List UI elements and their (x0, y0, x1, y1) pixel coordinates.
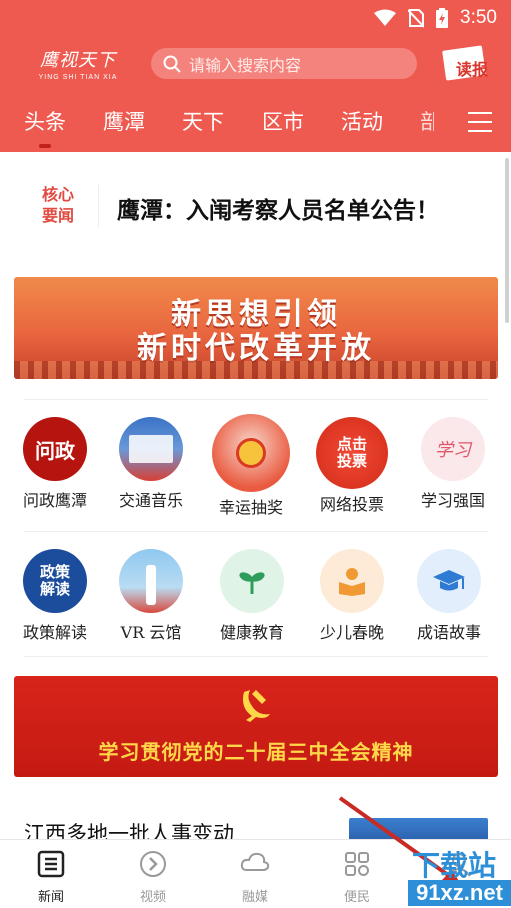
grid-label: 问政鹰潭 (22, 491, 87, 510)
grid-item-idiom[interactable]: 成语故事 (404, 549, 494, 643)
vr-icon (119, 549, 183, 613)
skyline-decoration (14, 361, 498, 379)
nav-video-label: 视频 (139, 890, 166, 905)
core-news-badge: 核心 要闻 (38, 184, 78, 226)
sprout-icon (220, 549, 284, 613)
battery-icon (436, 8, 449, 28)
grid-item-wenzheng[interactable]: 问政 问政鹰潭 (10, 417, 100, 511)
logo-main-text: 鹰视天下 (40, 50, 116, 71)
nav-service-label: 便民 (343, 890, 370, 905)
tab-yingtan[interactable]: 鹰潭 (103, 106, 145, 136)
app-logo: 鹰视天下 YING SHI TIAN XIA (36, 46, 120, 86)
xuexi-icon-text: 学习 (435, 440, 471, 461)
grid-item-vr[interactable]: VR 云馆 (106, 549, 196, 643)
nav-media[interactable]: 融媒 (225, 850, 285, 905)
wifi-icon (374, 9, 397, 26)
xuexi-icon: 学习 (421, 417, 485, 481)
party-slogan: 学习贯彻党的二十届三中全会精神 (98, 740, 414, 764)
nav-news[interactable]: 新闻 (21, 850, 81, 905)
nav-news-label: 新闻 (37, 890, 64, 905)
search-input[interactable]: 请输入搜索内容 (189, 52, 301, 76)
lucky-draw-icon (212, 414, 290, 492)
divider (24, 399, 488, 400)
tab-toutiao[interactable]: 头条 (24, 106, 66, 136)
video-icon (140, 851, 166, 877)
grid-item-xuexi[interactable]: 学习 学习强国 (408, 417, 498, 511)
graduation-cap-icon (417, 549, 481, 613)
read-newspaper-label: 读报 (456, 60, 489, 79)
nav-service[interactable]: 便民 (327, 850, 387, 905)
grid-label: 学习强国 (420, 491, 485, 510)
logo-sub-text: YING SHI TIAN XIA (38, 74, 118, 81)
category-tabs: 头条 鹰潭 天下 区市 活动 部 (0, 106, 511, 146)
tab-huodong[interactable]: 活动 (341, 106, 383, 136)
book-reader-icon (320, 549, 384, 613)
watermark-top: 下载站 (412, 849, 497, 882)
headline-title[interactable]: 鹰潭：入闱考察人员名单公告！ (117, 191, 439, 225)
grid-label: 网络投票 (319, 495, 384, 514)
vote-icon-text: 点击投票 (336, 435, 367, 470)
grid-label: VR 云馆 (120, 623, 182, 642)
party-emblem-icon (243, 690, 270, 722)
grid-label: 健康教育 (219, 623, 284, 642)
nav-media-label: 融媒 (241, 890, 268, 905)
tab-qushi[interactable]: 区市 (262, 106, 304, 136)
menu-icon[interactable] (468, 112, 492, 134)
search-bar[interactable]: 请输入搜索内容 (151, 48, 417, 79)
status-bar: 3:50 (0, 0, 511, 36)
grid-item-kids-gala[interactable]: 少儿春晚 (307, 549, 397, 643)
grid-label: 成语故事 (416, 623, 481, 642)
traffic-music-icon (119, 417, 183, 481)
grid-label: 政策解读 (22, 623, 87, 642)
grid-item-lucky-draw[interactable]: 幸运抽奖 (206, 414, 296, 518)
app-header: 3:50 鹰视天下 YING SHI TIAN XIA 请输入搜索内容 读报 头… (0, 0, 511, 152)
tab-tianxia[interactable]: 天下 (182, 106, 224, 136)
grid-item-vote[interactable]: 点击投票 网络投票 (307, 417, 397, 515)
party-spirit-banner[interactable]: 学习贯彻党的二十届三中全会精神 (14, 676, 498, 777)
core-news-badge-line1: 核心 (41, 185, 74, 204)
search-icon (163, 55, 181, 73)
active-tab-indicator (39, 144, 51, 148)
nav-video[interactable]: 视频 (123, 850, 183, 905)
divider (24, 656, 488, 657)
status-time: 3:50 (460, 7, 497, 28)
read-newspaper-button[interactable]: 读报 (442, 45, 492, 82)
wenzheng-icon: 问政 (23, 417, 87, 481)
grid-item-health[interactable]: 健康教育 (207, 549, 297, 643)
service-icon (345, 852, 369, 876)
grid-label: 少儿春晚 (319, 623, 384, 642)
scrollbar[interactable] (505, 158, 509, 323)
watermark-logo: 下载站 91xz.net (408, 844, 511, 908)
vote-icon: 点击投票 (316, 417, 388, 489)
divider (24, 531, 488, 532)
policy-icon: 政策解读 (23, 549, 87, 613)
headline-card[interactable]: 核心 要闻 鹰潭：入闱考察人员名单公告！ (0, 153, 511, 261)
no-sim-icon (408, 9, 425, 28)
policy-icon-text: 政策解读 (39, 563, 70, 598)
core-news-badge-line2: 要闻 (41, 206, 74, 225)
watermark-bottom: 91xz.net (408, 880, 511, 906)
grid-item-traffic-music[interactable]: 交通音乐 (106, 417, 196, 511)
app-screen: 3:50 鹰视天下 YING SHI TIAN XIA 请输入搜索内容 读报 头… (0, 0, 511, 908)
tab-bu[interactable]: 部 (420, 106, 434, 136)
grid-label: 幸运抽奖 (218, 498, 283, 517)
grid-label: 交通音乐 (118, 491, 183, 510)
news-icon (37, 850, 65, 878)
wenzheng-icon-text: 问政 (35, 438, 75, 463)
grid-item-policy[interactable]: 政策解读 政策解读 (10, 549, 100, 643)
cloud-icon (240, 852, 270, 871)
new-thought-banner[interactable]: 新思想引领 新时代改革开放 (14, 277, 498, 379)
divider (98, 185, 99, 227)
